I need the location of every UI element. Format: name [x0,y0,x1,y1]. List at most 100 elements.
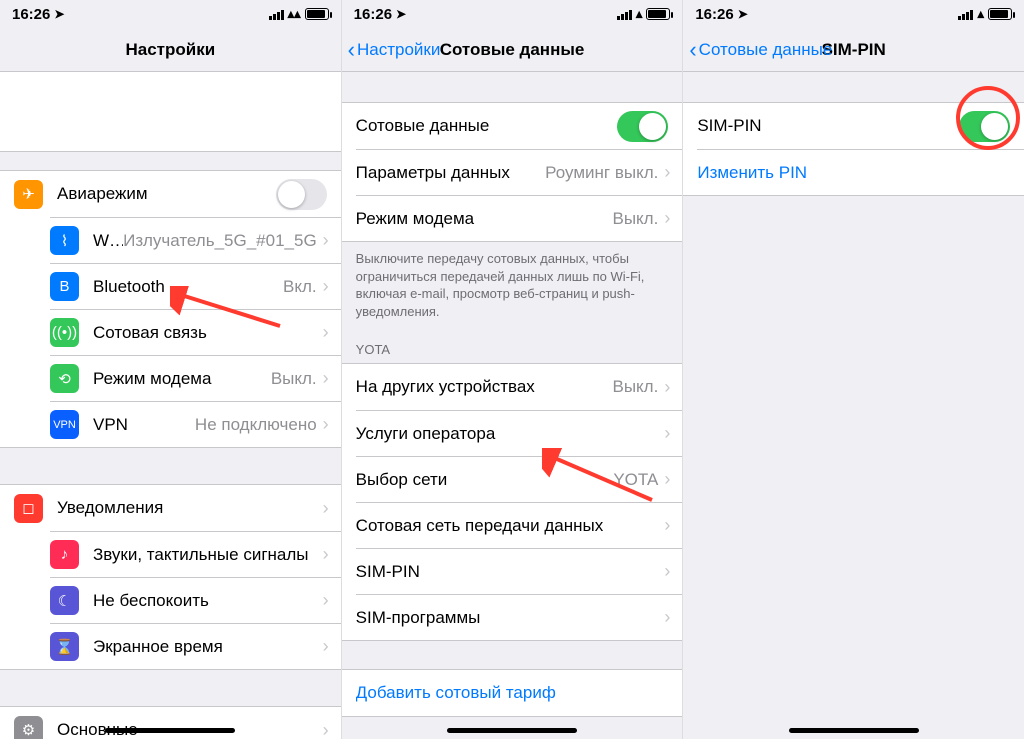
sounds-icon: ♪ [50,540,79,569]
chevron-right-icon: › [323,498,329,519]
navbar: ‹Настройки Сотовые данные [342,28,683,72]
chevron-right-icon: › [323,636,329,657]
status-bar: 16:26 ➤ ▴ [342,0,683,28]
group-general: ⚙ Основные › ⊞ Пункт управления › AA Экр… [0,706,341,739]
wifi-icon: ▴▴ [288,6,301,22]
row-carrier-services[interactable]: Услуги оператора › [356,410,683,456]
pane-cellular: 16:26 ➤ ▴ ‹Настройки Сотовые данные Сотов… [341,0,683,739]
gear-icon: ⚙ [14,716,43,739]
chevron-right-icon: › [664,561,670,582]
row-screentime[interactable]: ⌛ Экранное время › [50,623,341,669]
home-indicator[interactable] [789,728,919,733]
signal-icon [958,8,973,20]
row-general[interactable]: ⚙ Основные › [0,707,341,739]
chevron-left-icon: ‹ [348,39,355,61]
row-vpn[interactable]: VPN VPN Не подключено › [50,401,341,447]
chevron-left-icon: ‹ [689,39,696,61]
group-add-plan: Добавить сотовый тариф [342,669,683,717]
chevron-right-icon: › [664,469,670,490]
scroll-area[interactable]: SIM-PIN Изменить PIN [683,72,1024,739]
page-title: Сотовые данные [440,40,585,60]
home-indicator[interactable] [105,728,235,733]
chevron-right-icon: › [323,414,329,435]
row-cellular-data-network[interactable]: Сотовая сеть передачи данных › [356,502,683,548]
chevron-right-icon: › [664,208,670,229]
chevron-right-icon: › [323,322,329,343]
row-notifications[interactable]: ◻ Уведомления › [0,485,341,531]
simpin-switch[interactable] [959,111,1010,142]
cellular-footer: Выключите передачу сотовых данных, чтобы… [342,242,683,324]
back-button[interactable]: ‹Настройки [348,28,441,72]
wifi-row-icon: ⌇ [50,226,79,255]
row-hotspot-sub[interactable]: Режим модема Выкл. › [356,195,683,241]
row-sim-pin[interactable]: SIM-PIN › [356,548,683,594]
wifi-icon: ▴ [636,6,643,22]
status-bar: 16:26 ➤ ▴▴ [0,0,341,28]
cellular-switch[interactable] [617,111,668,142]
row-change-pin[interactable]: Изменить PIN [697,149,1024,195]
chevron-right-icon: › [664,423,670,444]
row-network-selection[interactable]: Выбор сети YOTA › [356,456,683,502]
home-indicator[interactable] [447,728,577,733]
group-yota: На других устройствах Выкл. › Услуги опе… [342,363,683,641]
location-icon: ➤ [54,7,64,21]
signal-icon [617,8,632,20]
status-time: 16:26 [12,6,50,23]
pane-simpin: 16:26 ➤ ▴ ‹Сотовые данные SIM-PIN SIM-PIN… [682,0,1024,739]
row-sounds[interactable]: ♪ Звуки, тактильные сигналы › [50,531,341,577]
location-icon: ➤ [738,7,748,21]
status-time: 16:26 [354,6,392,23]
profile-placeholder[interactable] [0,72,341,152]
header-yota: YOTA [342,324,683,363]
wifi-icon: ▴ [977,6,984,22]
row-cellular[interactable]: ((•)) Сотовая связь › [50,309,341,355]
status-right: ▴▴ [269,6,329,22]
row-simpin-toggle[interactable]: SIM-PIN [683,103,1024,149]
chevron-right-icon: › [323,544,329,565]
vpn-icon: VPN [50,410,79,439]
location-icon: ➤ [396,7,406,21]
group-cellular-main: Сотовые данные Параметры данных Роуминг … [342,102,683,242]
navbar: Настройки [0,28,341,72]
chevron-right-icon: › [664,377,670,398]
chevron-right-icon: › [664,607,670,628]
row-airplane-mode[interactable]: ✈ Авиарежим [0,171,341,217]
chevron-right-icon: › [664,162,670,183]
row-wifi[interactable]: ⌇ Wi-Fi Излучатель_5G_#01_5G › [50,217,341,263]
battery-icon [305,8,329,20]
row-hotspot[interactable]: ⟲ Режим модема Выкл. › [50,355,341,401]
status-time: 16:26 [695,6,733,23]
notifications-icon: ◻ [14,494,43,523]
battery-icon [988,8,1012,20]
row-cellular-data[interactable]: Сотовые данные [342,103,683,149]
row-add-plan[interactable]: Добавить сотовый тариф [342,670,683,716]
signal-icon [269,8,284,20]
page-title: Настройки [125,40,215,60]
group-connectivity: ✈ Авиарежим ⌇ Wi-Fi Излучатель_5G_#01_5G… [0,170,341,448]
scroll-area[interactable]: ✈ Авиарежим ⌇ Wi-Fi Излучатель_5G_#01_5G… [0,72,341,739]
airplane-switch[interactable] [276,179,327,210]
row-data-options[interactable]: Параметры данных Роуминг выкл. › [356,149,683,195]
group-notifications: ◻ Уведомления › ♪ Звуки, тактильные сигн… [0,484,341,670]
group-simpin-toggle: SIM-PIN Изменить PIN [683,102,1024,196]
chevron-right-icon: › [323,720,329,739]
hotspot-icon: ⟲ [50,364,79,393]
battery-icon [646,8,670,20]
chevron-right-icon: › [323,230,329,251]
status-right: ▴ [617,6,671,22]
chevron-right-icon: › [664,515,670,536]
chevron-right-icon: › [323,590,329,611]
chevron-right-icon: › [323,276,329,297]
airplane-icon: ✈ [14,180,43,209]
cellular-icon: ((•)) [50,318,79,347]
row-bluetooth[interactable]: B Bluetooth Вкл. › [50,263,341,309]
row-other-devices[interactable]: На других устройствах Выкл. › [342,364,683,410]
pane-settings: 16:26 ➤ ▴▴ Настройки ✈ Авиарежим ⌇ Wi-Fi … [0,0,341,739]
row-dnd[interactable]: ☾ Не беспокоить › [50,577,341,623]
back-button[interactable]: ‹Сотовые данные [689,28,832,72]
scroll-area[interactable]: Сотовые данные Параметры данных Роуминг … [342,72,683,739]
chevron-right-icon: › [323,368,329,389]
screentime-icon: ⌛ [50,632,79,661]
status-right: ▴ [958,6,1012,22]
row-sim-apps[interactable]: SIM-программы › [356,594,683,640]
